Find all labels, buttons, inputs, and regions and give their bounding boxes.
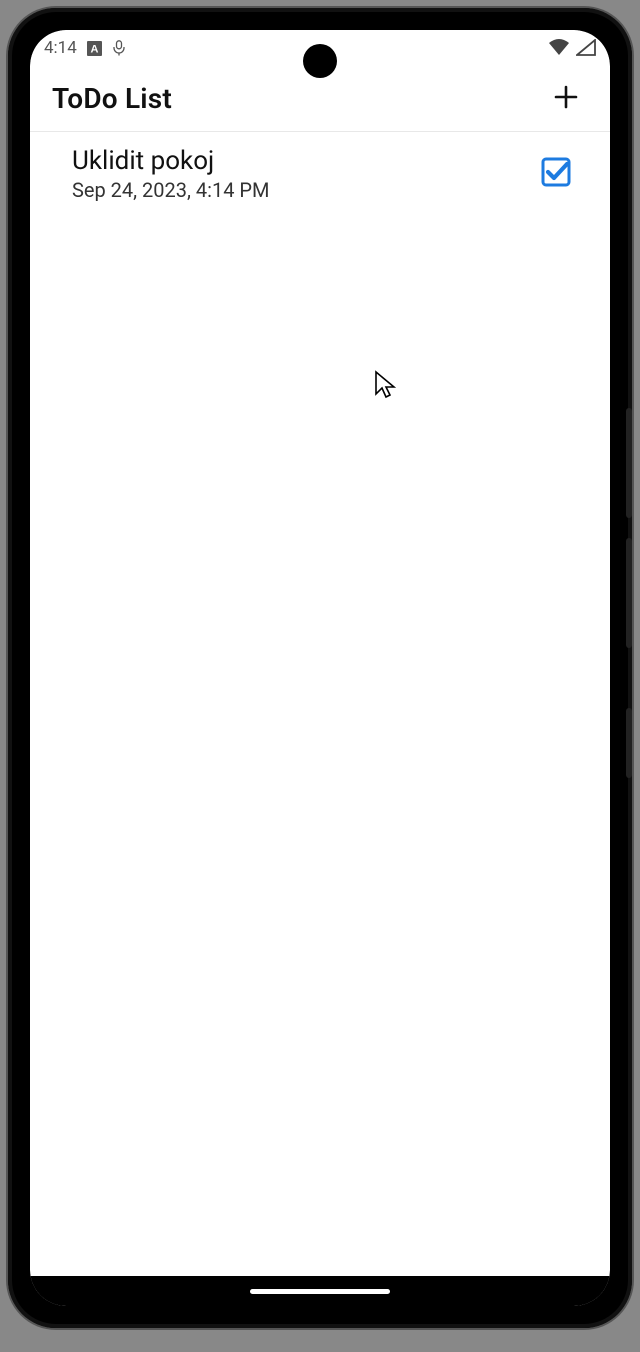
- add-button[interactable]: [544, 77, 588, 121]
- wifi-icon: [548, 39, 570, 57]
- app-title: ToDo List: [52, 82, 172, 115]
- todo-list[interactable]: Uklidit pokoj Sep 24, 2023, 4:14 PM: [30, 132, 610, 1276]
- volume-down-button[interactable]: [626, 538, 632, 648]
- todo-checkbox[interactable]: [538, 156, 574, 192]
- device-inner: 4:14 A: [30, 30, 610, 1306]
- plus-icon: [552, 83, 580, 115]
- todo-row[interactable]: Uklidit pokoj Sep 24, 2023, 4:14 PM: [30, 132, 610, 216]
- nav-pill[interactable]: [250, 1289, 390, 1294]
- status-time: 4:14: [44, 38, 77, 58]
- mic-icon: [112, 40, 126, 56]
- a-icon: A: [87, 41, 102, 56]
- todo-title: Uklidit pokoj: [72, 146, 270, 176]
- svg-text:A: A: [90, 43, 98, 55]
- screen: 4:14 A: [30, 30, 610, 1306]
- checkbox-checked-icon: [540, 156, 572, 192]
- camera-punch: [303, 44, 337, 78]
- power-button[interactable]: [626, 708, 632, 778]
- nav-bar: [30, 1276, 610, 1306]
- device-frame: 4:14 A: [8, 8, 632, 1328]
- signal-icon: [576, 39, 596, 57]
- volume-up-button[interactable]: [626, 408, 632, 518]
- todo-date: Sep 24, 2023, 4:14 PM: [72, 178, 270, 202]
